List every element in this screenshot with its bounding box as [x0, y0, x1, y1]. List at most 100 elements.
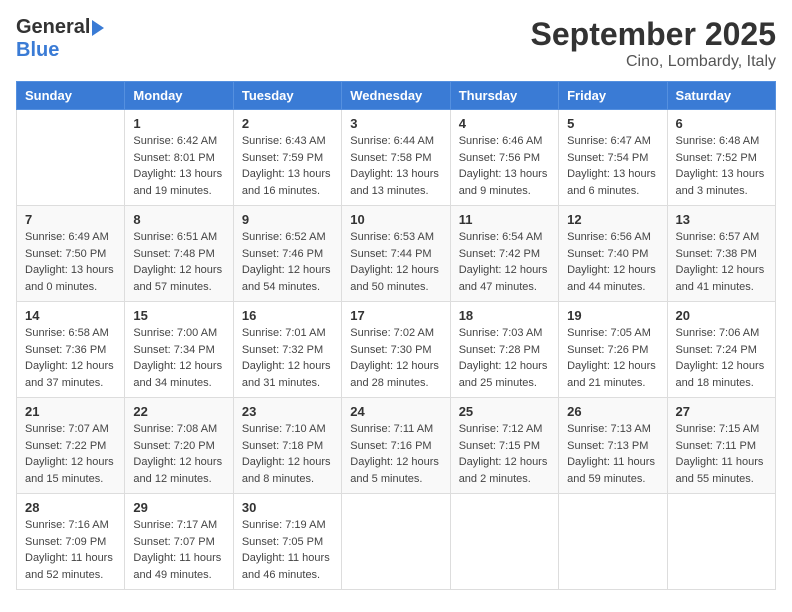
page-header: General Blue September 2025 Cino, Lombar…	[16, 16, 776, 71]
day-number: 1	[133, 116, 224, 131]
calendar-cell: 5Sunrise: 6:47 AM Sunset: 7:54 PM Daylig…	[559, 110, 667, 206]
calendar-cell: 26 Sunrise: 7:13 AM Sunset: 7:13 PM Dayli…	[559, 398, 667, 494]
day-info: Sunrise: 6:56 AM Sunset: 7:40 PM Dayligh…	[567, 229, 658, 295]
calendar-cell: 3Sunrise: 6:44 AM Sunset: 7:58 PM Daylig…	[342, 110, 450, 206]
day-number: 8	[133, 212, 224, 227]
calendar-week-row: 21 Sunrise: 7:07 AM Sunset: 7:22 PM Dayli…	[17, 398, 776, 494]
weekday-header: Sunday	[17, 82, 125, 110]
calendar-cell: 6Sunrise: 6:48 AM Sunset: 7:52 PM Daylig…	[667, 110, 775, 206]
calendar-cell: 23 Sunrise: 7:10 AM Sunset: 7:18 PM Dayli…	[233, 398, 341, 494]
calendar-cell: 19 Sunrise: 7:05 AM Sunset: 7:26 PM Dayli…	[559, 302, 667, 398]
day-number: 12	[567, 212, 658, 227]
day-info: Sunrise: 7:07 AM Sunset: 7:22 PM Dayligh…	[25, 421, 116, 487]
day-info: Sunrise: 7:13 AM Sunset: 7:13 PM Dayligh…	[567, 421, 658, 487]
logo-general-text: General	[16, 16, 90, 39]
title-block: September 2025 Cino, Lombardy, Italy	[531, 16, 776, 71]
calendar-table: SundayMondayTuesdayWednesdayThursdayFrid…	[16, 81, 776, 590]
day-number: 11	[459, 212, 550, 227]
day-info: Sunrise: 7:12 AM Sunset: 7:15 PM Dayligh…	[459, 421, 550, 487]
day-number: 7	[25, 212, 116, 227]
day-info: Sunrise: 6:58 AM Sunset: 7:36 PM Dayligh…	[25, 325, 116, 391]
day-info: Sunrise: 7:03 AM Sunset: 7:28 PM Dayligh…	[459, 325, 550, 391]
day-number: 26	[567, 404, 658, 419]
calendar-cell: 28Sunrise: 7:16 AM Sunset: 7:09 PM Dayli…	[17, 494, 125, 590]
calendar-cell	[559, 494, 667, 590]
day-number: 27	[676, 404, 767, 419]
calendar-cell: 29 Sunrise: 7:17 AM Sunset: 7:07 PM Dayli…	[125, 494, 233, 590]
calendar-cell	[17, 110, 125, 206]
weekday-header: Monday	[125, 82, 233, 110]
calendar-cell: 13Sunrise: 6:57 AM Sunset: 7:38 PM Dayli…	[667, 206, 775, 302]
day-info: Sunrise: 7:19 AM Sunset: 7:05 PM Dayligh…	[242, 517, 333, 583]
day-number: 14	[25, 308, 116, 323]
calendar-cell: 2 Sunrise: 6:43 AM Sunset: 7:59 PM Daylig…	[233, 110, 341, 206]
weekday-header: Saturday	[667, 82, 775, 110]
day-info: Sunrise: 7:00 AM Sunset: 7:34 PM Dayligh…	[133, 325, 224, 391]
day-number: 19	[567, 308, 658, 323]
calendar-cell: 8 Sunrise: 6:51 AM Sunset: 7:48 PM Daylig…	[125, 206, 233, 302]
calendar-cell: 16 Sunrise: 7:01 AM Sunset: 7:32 PM Dayli…	[233, 302, 341, 398]
logo-arrow-icon	[92, 20, 104, 36]
day-number: 22	[133, 404, 224, 419]
day-info: Sunrise: 7:10 AM Sunset: 7:18 PM Dayligh…	[242, 421, 333, 487]
day-info: Sunrise: 7:15 AM Sunset: 7:11 PM Dayligh…	[676, 421, 767, 487]
calendar-cell: 27 Sunrise: 7:15 AM Sunset: 7:11 PM Dayli…	[667, 398, 775, 494]
calendar-cell: 17 Sunrise: 7:02 AM Sunset: 7:30 PM Dayli…	[342, 302, 450, 398]
calendar-cell: 14 Sunrise: 6:58 AM Sunset: 7:36 PM Dayli…	[17, 302, 125, 398]
weekday-header: Tuesday	[233, 82, 341, 110]
day-info: Sunrise: 6:49 AM Sunset: 7:50 PM Dayligh…	[25, 229, 116, 295]
day-info: Sunrise: 6:44 AM Sunset: 7:58 PM Dayligh…	[350, 133, 441, 199]
calendar-cell: 4Sunrise: 6:46 AM Sunset: 7:56 PM Daylig…	[450, 110, 558, 206]
calendar-cell: 18 Sunrise: 7:03 AM Sunset: 7:28 PM Dayli…	[450, 302, 558, 398]
logo: General Blue	[16, 16, 104, 62]
day-number: 23	[242, 404, 333, 419]
weekday-header: Thursday	[450, 82, 558, 110]
day-number: 29	[133, 500, 224, 515]
day-number: 5	[567, 116, 658, 131]
calendar-cell: 1 Sunrise: 6:42 AM Sunset: 8:01 PM Daylig…	[125, 110, 233, 206]
day-number: 9	[242, 212, 333, 227]
day-info: Sunrise: 6:51 AM Sunset: 7:48 PM Dayligh…	[133, 229, 224, 295]
calendar-cell	[667, 494, 775, 590]
calendar-cell: 30Sunrise: 7:19 AM Sunset: 7:05 PM Dayli…	[233, 494, 341, 590]
calendar-cell: 9Sunrise: 6:52 AM Sunset: 7:46 PM Daylig…	[233, 206, 341, 302]
calendar-week-row: 1 Sunrise: 6:42 AM Sunset: 8:01 PM Daylig…	[17, 110, 776, 206]
calendar-cell: 21 Sunrise: 7:07 AM Sunset: 7:22 PM Dayli…	[17, 398, 125, 494]
day-info: Sunrise: 7:16 AM Sunset: 7:09 PM Dayligh…	[25, 517, 116, 583]
day-number: 15	[133, 308, 224, 323]
calendar-cell	[342, 494, 450, 590]
day-info: Sunrise: 6:42 AM Sunset: 8:01 PM Dayligh…	[133, 133, 224, 199]
logo-blue-text: Blue	[16, 39, 59, 62]
calendar-week-row: 14 Sunrise: 6:58 AM Sunset: 7:36 PM Dayli…	[17, 302, 776, 398]
calendar-cell: 15 Sunrise: 7:00 AM Sunset: 7:34 PM Dayli…	[125, 302, 233, 398]
day-info: Sunrise: 6:54 AM Sunset: 7:42 PM Dayligh…	[459, 229, 550, 295]
day-info: Sunrise: 7:02 AM Sunset: 7:30 PM Dayligh…	[350, 325, 441, 391]
day-info: Sunrise: 7:01 AM Sunset: 7:32 PM Dayligh…	[242, 325, 333, 391]
day-number: 20	[676, 308, 767, 323]
calendar-week-row: 7 Sunrise: 6:49 AM Sunset: 7:50 PM Daylig…	[17, 206, 776, 302]
day-info: Sunrise: 6:46 AM Sunset: 7:56 PM Dayligh…	[459, 133, 550, 199]
day-info: Sunrise: 6:57 AM Sunset: 7:38 PM Dayligh…	[676, 229, 767, 295]
calendar-cell: 24Sunrise: 7:11 AM Sunset: 7:16 PM Dayli…	[342, 398, 450, 494]
calendar-cell	[450, 494, 558, 590]
day-number: 2	[242, 116, 333, 131]
day-info: Sunrise: 6:48 AM Sunset: 7:52 PM Dayligh…	[676, 133, 767, 199]
day-number: 16	[242, 308, 333, 323]
day-number: 18	[459, 308, 550, 323]
calendar-header-row: SundayMondayTuesdayWednesdayThursdayFrid…	[17, 82, 776, 110]
page-subtitle: Cino, Lombardy, Italy	[531, 53, 776, 71]
calendar-cell: 20 Sunrise: 7:06 AM Sunset: 7:24 PM Dayli…	[667, 302, 775, 398]
weekday-header: Friday	[559, 82, 667, 110]
page-title: September 2025	[531, 16, 776, 53]
day-info: Sunrise: 7:11 AM Sunset: 7:16 PM Dayligh…	[350, 421, 441, 487]
calendar-week-row: 28Sunrise: 7:16 AM Sunset: 7:09 PM Dayli…	[17, 494, 776, 590]
day-info: Sunrise: 7:17 AM Sunset: 7:07 PM Dayligh…	[133, 517, 224, 583]
day-number: 25	[459, 404, 550, 419]
day-number: 17	[350, 308, 441, 323]
day-info: Sunrise: 7:08 AM Sunset: 7:20 PM Dayligh…	[133, 421, 224, 487]
day-number: 21	[25, 404, 116, 419]
day-info: Sunrise: 6:43 AM Sunset: 7:59 PM Dayligh…	[242, 133, 333, 199]
day-info: Sunrise: 7:06 AM Sunset: 7:24 PM Dayligh…	[676, 325, 767, 391]
day-info: Sunrise: 7:05 AM Sunset: 7:26 PM Dayligh…	[567, 325, 658, 391]
day-number: 10	[350, 212, 441, 227]
